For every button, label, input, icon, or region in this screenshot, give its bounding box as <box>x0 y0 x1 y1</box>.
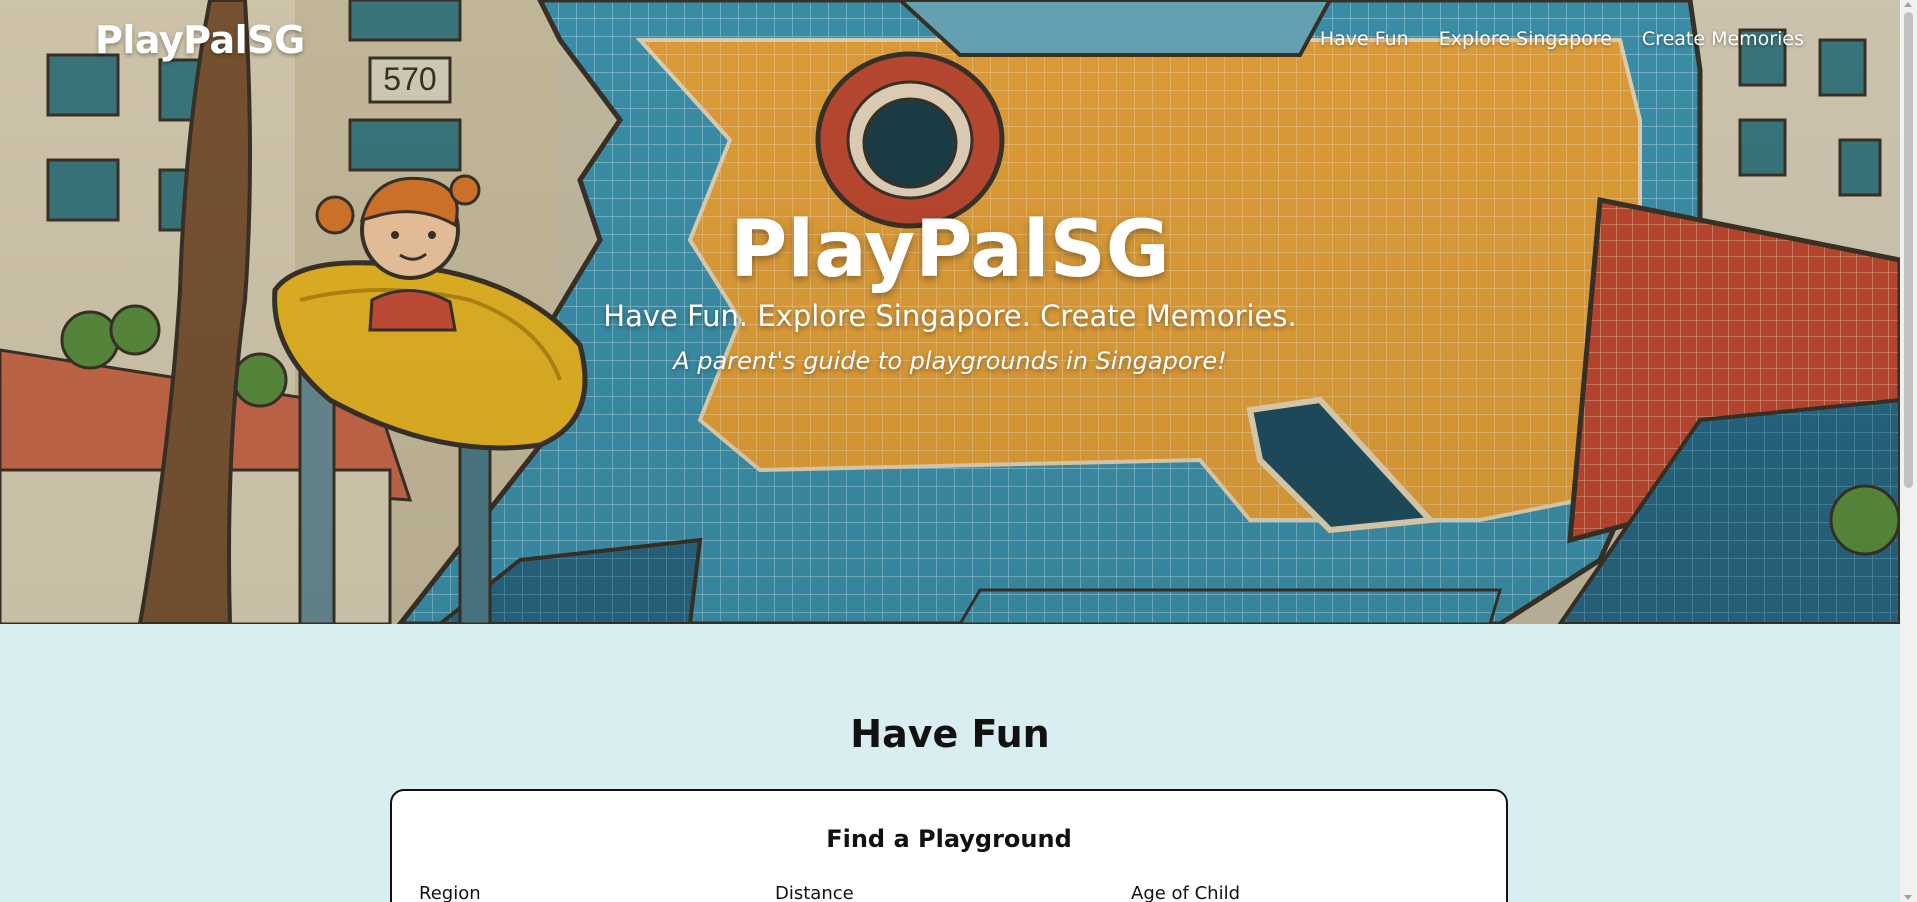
find-playground-title: Find a Playground <box>826 825 1072 853</box>
distance-label: Distance <box>775 883 854 902</box>
scroll-up-icon[interactable] <box>1904 2 1912 7</box>
nav-link-have-fun[interactable]: Have Fun <box>1320 28 1409 50</box>
have-fun-heading: Have Fun <box>850 712 1050 756</box>
hero-title: PlayPalSG <box>730 205 1170 295</box>
age-of-child-label: Age of Child <box>1131 883 1241 902</box>
region-label: Region <box>419 883 481 902</box>
scroll-down-icon[interactable] <box>1904 895 1912 900</box>
nav-links: Have Fun Explore Singapore Create Memori… <box>1320 28 1804 50</box>
brand-logo-link[interactable]: PlayPalSG <box>95 18 305 62</box>
nav-link-create-memories[interactable]: Create Memories <box>1642 28 1804 50</box>
top-navbar: PlayPalSG Have Fun Explore Singapore Cre… <box>0 0 1900 84</box>
page: 570 <box>0 0 1900 902</box>
hero-subtitle: Have Fun. Explore Singapore. Create Memo… <box>603 299 1297 333</box>
nav-link-explore-singapore[interactable]: Explore Singapore <box>1439 28 1612 50</box>
scrollbar-thumb[interactable] <box>1904 12 1913 488</box>
hero-text-block: PlayPalSG Have Fun. Explore Singapore. C… <box>0 205 1900 375</box>
page-scrollbar[interactable] <box>1900 0 1917 902</box>
find-playground-card: Find a Playground Region Distance Age of… <box>390 789 1508 902</box>
hero-tagline: A parent's guide to playgrounds in Singa… <box>673 347 1227 375</box>
